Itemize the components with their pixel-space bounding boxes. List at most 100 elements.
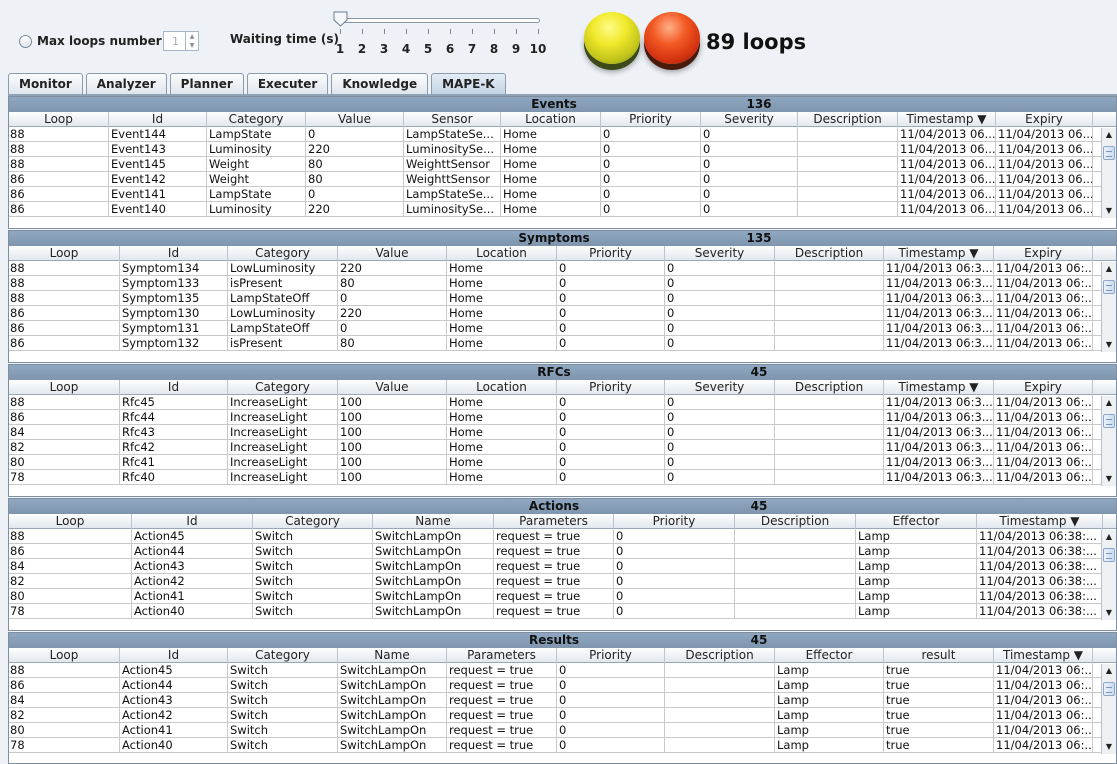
table-row[interactable]: 86 Rfc44 IncreaseLight 100 Home 0 0 11/04/2013 … bbox=[9, 410, 1116, 425]
column-header-description[interactable]: Description bbox=[775, 246, 884, 261]
max-loops-radio[interactable] bbox=[19, 35, 32, 48]
column-header-location[interactable]: Location bbox=[501, 112, 601, 127]
scroll-down-icon[interactable]: ▼ bbox=[1102, 606, 1116, 620]
table-row[interactable]: 86 Symptom130 LowLuminosity 220 Home 0 0 11/04/… bbox=[9, 306, 1116, 321]
table-row[interactable]: 86 Action44 Switch SwitchLampOn request = tr… bbox=[9, 544, 1116, 559]
column-header-priority[interactable]: Priority bbox=[614, 514, 735, 529]
scroll-up-icon[interactable]: ▲ bbox=[1102, 396, 1116, 410]
table-row[interactable]: 80 Action41 Switch SwitchLampOn request = tr… bbox=[9, 723, 1116, 738]
column-header-id[interactable]: Id bbox=[120, 380, 228, 395]
table-row[interactable]: 84 Rfc43 IncreaseLight 100 Home 0 0 11/04/2013 … bbox=[9, 425, 1116, 440]
table-row[interactable]: 88 Rfc45 IncreaseLight 100 Home 0 0 11/04/2013 … bbox=[9, 395, 1116, 410]
table-row[interactable]: 78 Rfc40 IncreaseLight 100 Home 0 0 11/04/2013 … bbox=[9, 470, 1116, 485]
column-header-description[interactable]: Description bbox=[665, 648, 775, 663]
table-row[interactable]: 86 Event142 Weight 80 WeighttSensor Home 0 0 11/… bbox=[9, 172, 1116, 187]
column-header-location[interactable]: Location bbox=[447, 380, 557, 395]
column-header-id[interactable]: Id bbox=[109, 112, 207, 127]
column-header-loop[interactable]: Loop bbox=[9, 648, 120, 663]
column-header-sensor[interactable]: Sensor bbox=[404, 112, 501, 127]
column-header-parameters[interactable]: Parameters bbox=[494, 514, 614, 529]
column-header-category[interactable]: Category bbox=[228, 380, 338, 395]
table-row[interactable]: 86 Symptom131 LampStateOff 0 Home 0 0 11/04/201… bbox=[9, 321, 1116, 336]
table-row[interactable]: 86 Action44 Switch SwitchLampOn request = tr… bbox=[9, 678, 1116, 693]
scroll-up-icon[interactable]: ▲ bbox=[1102, 262, 1116, 276]
column-header-severity[interactable]: Severity bbox=[701, 112, 798, 127]
table-row[interactable]: 88 Symptom134 LowLuminosity 220 Home 0 0 11/04/… bbox=[9, 261, 1116, 276]
column-header-loop[interactable]: Loop bbox=[9, 380, 120, 395]
actions-scrollbar[interactable]: ▲ ▼ bbox=[1101, 530, 1116, 620]
column-header-priority[interactable]: Priority bbox=[557, 380, 665, 395]
column-header-description[interactable]: Description bbox=[775, 380, 884, 395]
column-header-value[interactable]: Value bbox=[306, 112, 404, 127]
table-row[interactable]: 78 Action40 Switch SwitchLampOn request = tr… bbox=[9, 738, 1116, 753]
table-row[interactable]: 82 Rfc42 IncreaseLight 100 Home 0 0 11/04/2013 … bbox=[9, 440, 1116, 455]
spinner-up-icon[interactable]: ▲ bbox=[186, 32, 198, 41]
column-header-id[interactable]: Id bbox=[132, 514, 253, 529]
table-row[interactable]: 84 Action43 Switch SwitchLampOn request = tr… bbox=[9, 559, 1116, 574]
table-row[interactable]: 88 Event144 LampState 0 LampStateSe... Home 0 0… bbox=[9, 127, 1116, 142]
events-scrollbar[interactable]: ▲ ▼ bbox=[1101, 128, 1116, 218]
scroll-up-icon[interactable]: ▲ bbox=[1102, 128, 1116, 142]
table-row[interactable]: 88 Event145 Weight 80 WeighttSensor Home 0 0 11/… bbox=[9, 157, 1116, 172]
tab-monitor[interactable]: Monitor bbox=[8, 73, 83, 94]
column-header-id[interactable]: Id bbox=[120, 246, 228, 261]
table-row[interactable]: 78 Action40 Switch SwitchLampOn request = tr… bbox=[9, 604, 1116, 619]
max-loops-spinner[interactable]: 1 ▲ ▼ bbox=[163, 31, 199, 51]
column-header-value[interactable]: Value bbox=[338, 246, 447, 261]
stop-button[interactable] bbox=[644, 12, 700, 64]
column-header-priority[interactable]: Priority bbox=[601, 112, 701, 127]
column-header-loop[interactable]: Loop bbox=[9, 112, 109, 127]
column-header-loop[interactable]: Loop bbox=[9, 514, 132, 529]
column-header-timestamp[interactable]: Timestamp ▼ bbox=[994, 648, 1093, 663]
scroll-thumb[interactable] bbox=[1103, 548, 1115, 562]
column-header-id[interactable]: Id bbox=[120, 648, 228, 663]
column-header-severity[interactable]: Severity bbox=[665, 246, 775, 261]
table-row[interactable]: 88 Action45 Switch SwitchLampOn request = tr… bbox=[9, 663, 1116, 678]
scroll-thumb[interactable] bbox=[1103, 146, 1115, 160]
waiting-time-slider[interactable] bbox=[336, 18, 540, 23]
scroll-down-icon[interactable]: ▼ bbox=[1102, 740, 1116, 754]
table-row[interactable]: 88 Action45 Switch SwitchLampOn request = tr… bbox=[9, 529, 1116, 544]
column-header-name[interactable]: Name bbox=[338, 648, 447, 663]
symptoms-scrollbar[interactable]: ▲ ▼ bbox=[1101, 262, 1116, 352]
table-row[interactable]: 88 Symptom133 isPresent 80 Home 0 0 11/04/2013 … bbox=[9, 276, 1116, 291]
table-row[interactable]: 88 Event143 Luminosity 220 LuminositySe... Ho… bbox=[9, 142, 1116, 157]
start-button[interactable] bbox=[584, 12, 640, 64]
column-header-value[interactable]: Value bbox=[338, 380, 447, 395]
table-row[interactable]: 86 Event141 LampState 0 LampStateSe... Home 0 0… bbox=[9, 187, 1116, 202]
column-header-result[interactable]: result bbox=[884, 648, 994, 663]
tab-analyzer[interactable]: Analyzer bbox=[85, 73, 167, 94]
column-header-category[interactable]: Category bbox=[207, 112, 306, 127]
column-header-expiry[interactable]: Expiry bbox=[994, 246, 1093, 261]
column-header-category[interactable]: Category bbox=[228, 648, 338, 663]
rfcs-scrollbar[interactable]: ▲ ▼ bbox=[1101, 396, 1116, 486]
column-header-timestamp[interactable]: Timestamp ▼ bbox=[977, 514, 1103, 529]
slider-thumb-icon[interactable] bbox=[333, 11, 348, 27]
scroll-down-icon[interactable]: ▼ bbox=[1102, 472, 1116, 486]
scroll-thumb[interactable] bbox=[1103, 414, 1115, 428]
column-header-category[interactable]: Category bbox=[253, 514, 373, 529]
scroll-down-icon[interactable]: ▼ bbox=[1102, 204, 1116, 218]
tab-knowledge[interactable]: Knowledge bbox=[331, 73, 429, 94]
table-row[interactable]: 84 Action43 Switch SwitchLampOn request = tr… bbox=[9, 693, 1116, 708]
column-header-location[interactable]: Location bbox=[447, 246, 557, 261]
column-header-expiry[interactable]: Expiry bbox=[996, 112, 1093, 127]
table-row[interactable]: 86 Symptom132 isPresent 80 Home 0 0 11/04/2013 … bbox=[9, 336, 1116, 351]
column-header-parameters[interactable]: Parameters bbox=[447, 648, 557, 663]
scroll-up-icon[interactable]: ▲ bbox=[1102, 664, 1116, 678]
column-header-timestamp[interactable]: Timestamp ▼ bbox=[884, 246, 994, 261]
column-header-timestamp[interactable]: Timestamp ▼ bbox=[884, 380, 994, 395]
tab-planner[interactable]: Planner bbox=[169, 73, 244, 94]
column-header-effector[interactable]: Effector bbox=[856, 514, 977, 529]
scroll-thumb[interactable] bbox=[1103, 280, 1115, 294]
results-scrollbar[interactable]: ▲ ▼ bbox=[1101, 664, 1116, 754]
table-row[interactable]: 80 Rfc41 IncreaseLight 100 Home 0 0 11/04/2013 … bbox=[9, 455, 1116, 470]
column-header-timestamp[interactable]: Timestamp ▼ bbox=[898, 112, 996, 127]
spinner-down-icon[interactable]: ▼ bbox=[186, 41, 198, 50]
column-header-severity[interactable]: Severity bbox=[665, 380, 775, 395]
column-header-category[interactable]: Category bbox=[228, 246, 338, 261]
column-header-effector[interactable]: Effector bbox=[775, 648, 884, 663]
column-header-priority[interactable]: Priority bbox=[557, 246, 665, 261]
tab-mape-k[interactable]: MAPE-K bbox=[431, 73, 506, 94]
column-header-description[interactable]: Description bbox=[735, 514, 856, 529]
